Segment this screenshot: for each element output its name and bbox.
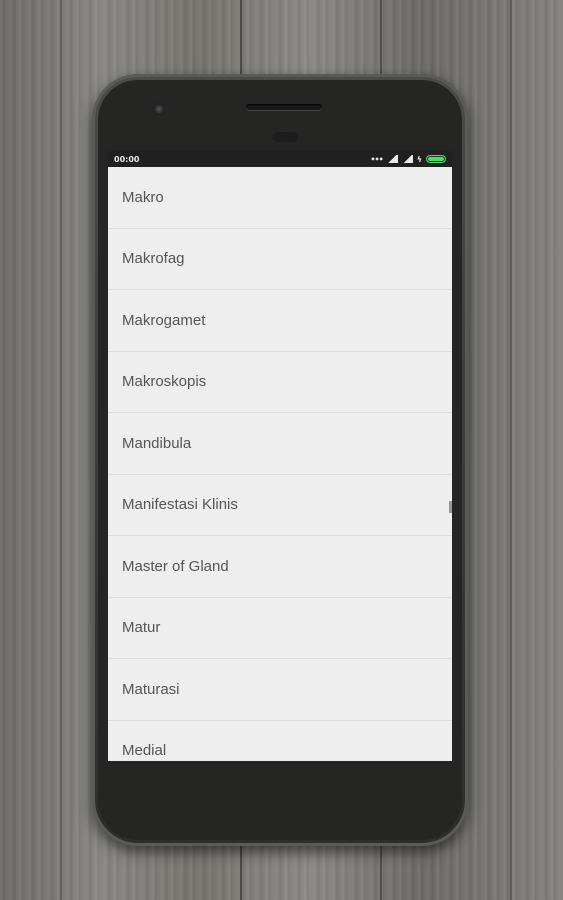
proximity-sensor [272,132,298,142]
list-item[interactable]: Makrogamet [108,290,452,352]
signal-icon [386,155,398,163]
battery-icon [426,155,446,163]
signal-icon [401,155,413,163]
list-item[interactable]: Makro [108,167,452,229]
charging-icon: ϟ [416,154,422,164]
list-item[interactable]: Makroskopis [108,352,452,413]
list-item[interactable]: Matur [108,598,452,659]
term-list: Makro Makrofag Makrogamet Makroskopis Ma… [108,167,452,761]
list-item[interactable]: Master of Gland [108,536,452,598]
list-item[interactable]: Medial [108,721,452,762]
list-item[interactable]: Mandibula [108,413,452,475]
plank-seam [510,0,512,900]
status-icons: ••• ϟ [370,155,446,164]
list-item[interactable]: Maturasi [108,659,452,721]
front-camera [153,103,165,115]
plank-seam [60,0,62,900]
list-item[interactable]: Makrofag [108,229,452,290]
list-item[interactable]: Manifestasi Klinis [108,475,452,536]
status-time: 00:00 [114,154,140,164]
status-bar: 00:00 ••• ϟ [108,151,452,167]
scrollbar-thumb[interactable] [449,501,452,513]
earpiece-speaker [246,104,322,110]
dots-icon: ••• [370,154,383,164]
phone-screen: 00:00 ••• ϟ Makro Makrofag Makrogamet Ma… [108,151,452,761]
